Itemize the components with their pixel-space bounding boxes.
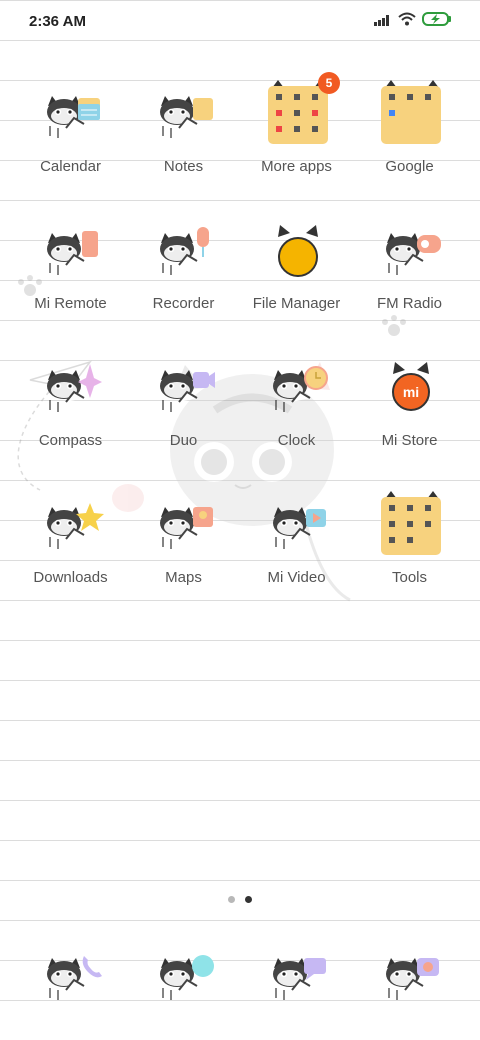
star-icon xyxy=(46,503,104,550)
app-duo[interactable]: Duo xyxy=(127,352,240,472)
app-label: More apps xyxy=(261,158,332,175)
app-label: Recorder xyxy=(152,295,215,312)
notes-icon xyxy=(159,95,213,139)
dock-browser[interactable] xyxy=(127,950,240,1010)
app-compass[interactable]: Compass xyxy=(14,352,127,472)
app-calendar[interactable]: Calendar xyxy=(14,78,127,198)
status-icons xyxy=(374,12,452,26)
app-notes[interactable]: Notes xyxy=(127,78,240,198)
folder-icon xyxy=(381,80,441,144)
app-maps[interactable]: Maps xyxy=(127,489,240,609)
app-recorder[interactable]: Recorder xyxy=(127,215,240,335)
app-label: Tools xyxy=(391,569,428,586)
camera-icon xyxy=(385,957,439,1001)
notification-badge: 5 xyxy=(318,72,340,94)
app-tools-folder[interactable]: Tools xyxy=(353,489,466,609)
app-mi-remote[interactable]: Mi Remote xyxy=(14,215,127,335)
signal-icon xyxy=(374,14,389,26)
wifi-icon xyxy=(398,12,416,26)
app-label: Mi Store xyxy=(381,432,438,449)
mi-store-icon: mi xyxy=(392,362,430,411)
folder-icon xyxy=(381,491,441,555)
app-clock[interactable]: Clock xyxy=(240,352,353,472)
phone-icon xyxy=(46,956,102,1001)
app-label: File Manager xyxy=(252,295,341,312)
app-label: Compass xyxy=(38,432,103,449)
video-camera-icon xyxy=(159,369,215,413)
page-indicator xyxy=(0,896,480,903)
svg-text:mi: mi xyxy=(403,384,419,400)
app-fm-radio[interactable]: FM Radio xyxy=(353,215,466,335)
app-label: Mi Video xyxy=(267,569,326,586)
browser-icon xyxy=(159,955,214,1001)
calendar-icon xyxy=(46,95,100,139)
app-mi-store[interactable]: mi Mi Store xyxy=(353,352,466,472)
radio-icon xyxy=(385,232,441,276)
page-dot-2-active[interactable] xyxy=(245,896,252,903)
app-label: Clock xyxy=(277,432,316,449)
file-manager-icon xyxy=(278,225,318,277)
app-downloads[interactable]: Downloads xyxy=(14,489,127,609)
app-label: FM Radio xyxy=(376,295,443,312)
clock-icon xyxy=(272,366,328,413)
status-bar: 2:36 AM xyxy=(0,0,480,44)
battery-charging-icon xyxy=(422,12,451,26)
dock-phone[interactable] xyxy=(14,950,127,1010)
remote-icon xyxy=(46,231,98,276)
messages-icon xyxy=(272,957,326,1001)
app-label: Maps xyxy=(165,569,202,586)
app-mi-video[interactable]: Mi Video xyxy=(240,489,353,609)
play-icon xyxy=(272,506,326,550)
dock-messages[interactable] xyxy=(240,950,353,1010)
app-file-manager[interactable]: File Manager xyxy=(240,215,353,335)
app-label: Google xyxy=(385,158,434,175)
app-more-apps-folder[interactable]: 5 More apps xyxy=(240,72,353,198)
app-label: Duo xyxy=(169,432,198,449)
app-label: Mi Remote xyxy=(34,295,107,312)
app-label: Notes xyxy=(163,158,204,175)
status-time: 2:36 AM xyxy=(29,13,86,30)
app-label: Downloads xyxy=(33,569,108,586)
dock-camera[interactable] xyxy=(353,950,466,1010)
map-icon xyxy=(159,506,213,550)
compass-icon xyxy=(46,364,102,413)
page-dot-1[interactable] xyxy=(228,896,235,903)
dock xyxy=(0,950,480,1010)
app-label: Calendar xyxy=(40,158,101,175)
app-google-folder[interactable]: Google xyxy=(353,78,466,198)
microphone-icon xyxy=(159,227,209,276)
